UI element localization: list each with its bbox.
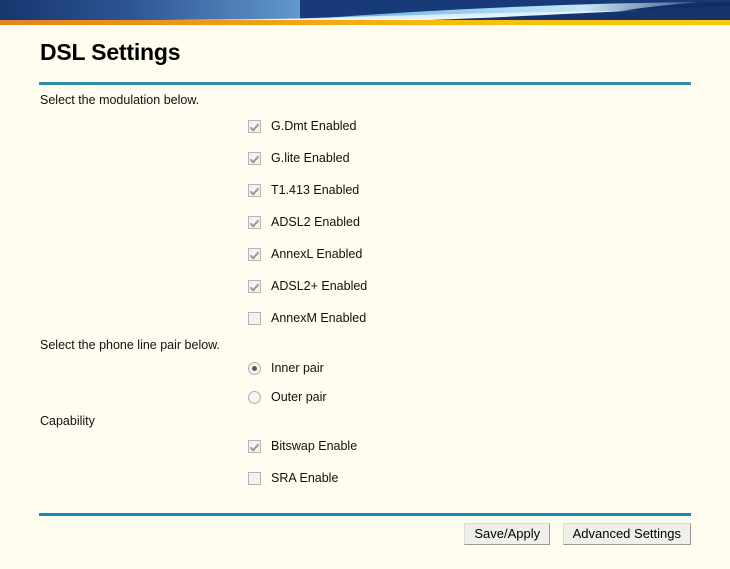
radio-row-inner-pair[interactable]: Inner pair	[248, 360, 324, 376]
checkbox-sra-icon[interactable]	[248, 471, 261, 485]
page-content: DSL Settings Select the modulation below…	[0, 26, 730, 569]
checkbox-t1413-label: T1.413 Enabled	[271, 183, 360, 197]
label-select-modulation: Select the modulation below.	[40, 93, 200, 107]
checkbox-row-gdmt[interactable]: G.Dmt Enabled	[248, 118, 356, 134]
checkbox-gdmt-label: G.Dmt Enabled	[271, 119, 357, 133]
radio-inner-pair-icon[interactable]	[248, 361, 261, 375]
checkbox-adsl2plus-icon[interactable]	[248, 279, 261, 293]
label-capability: Capability	[40, 414, 95, 428]
checkbox-annexl-label: AnnexL Enabled	[271, 247, 363, 261]
checkbox-row-adsl2[interactable]: ADSL2 Enabled	[248, 214, 360, 230]
radio-row-outer-pair[interactable]: Outer pair	[248, 389, 327, 405]
checkbox-annexm-label: AnnexM Enabled	[271, 311, 367, 325]
radio-outer-pair-icon[interactable]	[248, 390, 261, 404]
checkbox-row-sra[interactable]: SRA Enable	[248, 470, 338, 486]
button-bar: Save/Apply Advanced Settings	[0, 523, 691, 545]
advanced-settings-button[interactable]: Advanced Settings	[562, 523, 691, 545]
radio-inner-pair-label: Inner pair	[271, 361, 324, 375]
radio-outer-pair-label: Outer pair	[271, 390, 327, 404]
checkbox-row-glite[interactable]: G.lite Enabled	[248, 150, 350, 166]
checkbox-t1413-icon[interactable]	[248, 183, 261, 197]
divider-bottom	[39, 513, 691, 516]
checkbox-adsl2plus-label: ADSL2+ Enabled	[271, 279, 368, 293]
checkbox-row-t1413[interactable]: T1.413 Enabled	[248, 182, 359, 198]
checkbox-annexl-icon[interactable]	[248, 247, 261, 261]
checkbox-glite-icon[interactable]	[248, 151, 261, 165]
page-title: DSL Settings	[40, 39, 181, 65]
checkbox-bitswap-icon[interactable]	[248, 439, 261, 453]
checkbox-adsl2-icon[interactable]	[248, 215, 261, 229]
header-banner	[0, 0, 730, 26]
checkbox-adsl2-label: ADSL2 Enabled	[271, 215, 360, 229]
checkbox-gdmt-icon[interactable]	[248, 119, 261, 133]
checkbox-row-adsl2plus[interactable]: ADSL2+ Enabled	[248, 278, 367, 294]
checkbox-row-annexl[interactable]: AnnexL Enabled	[248, 246, 362, 262]
checkbox-sra-label: SRA Enable	[271, 471, 339, 485]
checkbox-glite-label: G.lite Enabled	[271, 151, 350, 165]
checkbox-bitswap-label: Bitswap Enable	[271, 439, 358, 453]
label-select-line-pair: Select the phone line pair below.	[40, 338, 220, 352]
checkbox-annexm-icon[interactable]	[248, 311, 261, 325]
checkbox-row-bitswap[interactable]: Bitswap Enable	[248, 438, 357, 454]
divider-top	[39, 82, 691, 85]
save-apply-button[interactable]: Save/Apply	[464, 523, 551, 545]
checkbox-row-annexm[interactable]: AnnexM Enabled	[248, 310, 366, 326]
